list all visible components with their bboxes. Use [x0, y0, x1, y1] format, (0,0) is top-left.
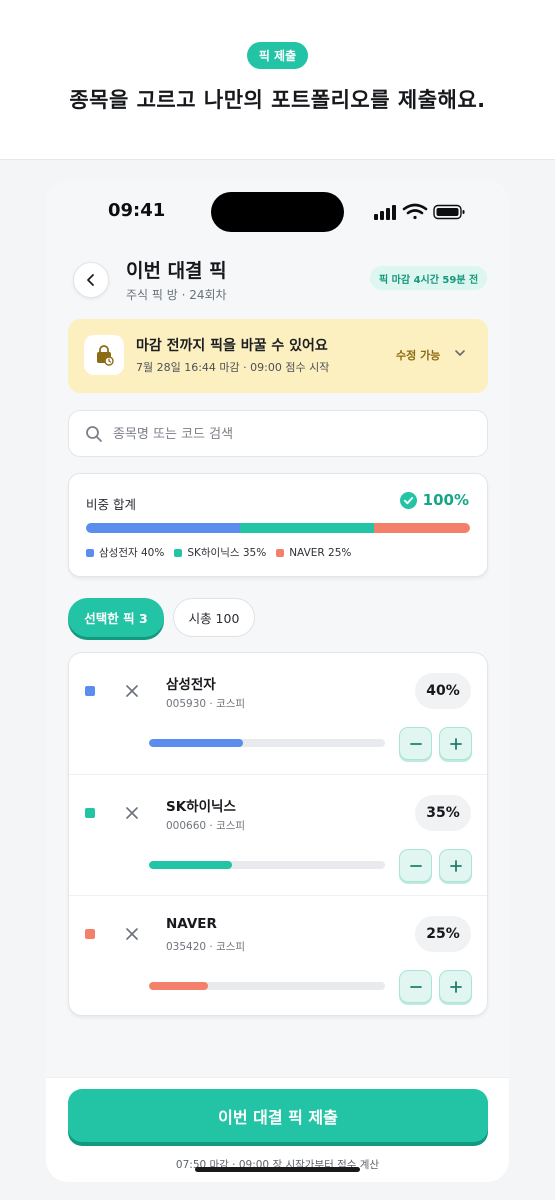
- status-icons: [374, 203, 465, 220]
- pick-color-dot: [85, 929, 95, 939]
- edit-status-label: 수정 가능: [396, 349, 441, 362]
- pick-row: 삼성전자 005930 · 코스피 40%: [69, 653, 487, 774]
- pick-code: 000660 · 코스피: [166, 820, 246, 832]
- market-cap-chip[interactable]: 시총 100: [173, 598, 255, 637]
- pick-weight-track: [149, 861, 385, 869]
- remove-pick-icon[interactable]: [124, 683, 140, 699]
- weight-summary-card: 비중 합계 100% 삼성전자 40% SK하이닉스 35% NAVER 25%: [68, 473, 488, 577]
- pick-weight-track: [149, 739, 385, 747]
- pick-weight-value[interactable]: 35%: [415, 795, 471, 831]
- weight-segment: [239, 523, 374, 533]
- search-icon: [86, 426, 102, 442]
- pick-name: NAVER: [166, 916, 217, 932]
- legend-swatch: [174, 548, 183, 557]
- dynamic-island: [211, 192, 344, 232]
- legend-swatch: [276, 548, 285, 557]
- weight-total: 100%: [399, 491, 469, 509]
- pick-weight-fill: [149, 982, 208, 990]
- plus-icon: [449, 980, 462, 993]
- check-circle-icon: [399, 491, 417, 509]
- pick-code: 005930 · 코스피: [166, 698, 246, 710]
- minus-icon: [409, 864, 422, 867]
- pick-code: 035420 · 코스피: [166, 941, 246, 953]
- weight-allocation-bar: [86, 523, 470, 533]
- status-time: 09:41: [108, 200, 166, 221]
- pick-color-dot: [85, 686, 95, 696]
- legend-label: 삼성전자 40%: [99, 547, 165, 559]
- chevron-down-icon[interactable]: [453, 346, 467, 360]
- weight-segment: [373, 523, 470, 533]
- pick-weight-fill: [149, 739, 244, 747]
- legend-label: SK하이닉스 35%: [187, 547, 267, 559]
- step-badge: 픽 제출: [247, 42, 308, 69]
- legend-label: NAVER 25%: [289, 546, 352, 559]
- battery-icon: [433, 204, 465, 220]
- weight-segment: [86, 523, 240, 533]
- increase-weight-button[interactable]: [439, 849, 472, 882]
- remove-pick-icon[interactable]: [124, 926, 140, 942]
- pick-name: SK하이닉스: [166, 799, 236, 815]
- pick-weight-fill: [149, 861, 232, 869]
- wifi-icon: [402, 203, 428, 220]
- lock-bag-icon: [84, 335, 124, 375]
- pick-row: SK하이닉스 000660 · 코스피 35%: [69, 774, 487, 895]
- chevron-left-icon: [87, 274, 94, 286]
- decrease-weight-button[interactable]: [399, 970, 432, 1003]
- pick-weight-track: [149, 982, 385, 990]
- home-indicator: [195, 1167, 360, 1172]
- remove-pick-icon[interactable]: [124, 805, 140, 821]
- edit-notice[interactable]: 마감 전까지 픽을 바꿀 수 있어요 7월 28일 16:44 마감 · 09:…: [68, 319, 488, 393]
- picks-list: 삼성전자 005930 · 코스피 40% SK하이닉스 000660 · 코스피 35%…: [68, 652, 488, 1016]
- weight-total-value: 100%: [422, 491, 469, 509]
- page-title: 이번 대결 픽: [126, 260, 227, 282]
- minus-icon: [409, 742, 422, 745]
- increase-weight-button[interactable]: [439, 727, 472, 760]
- signal-icon: [374, 205, 396, 220]
- decrease-weight-button[interactable]: [399, 727, 432, 760]
- pick-weight-value[interactable]: 25%: [415, 916, 471, 952]
- deadline-badge: 픽 마감 4시간 59분 전: [370, 266, 488, 290]
- back-button[interactable]: [73, 262, 109, 298]
- search-input[interactable]: [113, 420, 473, 448]
- legend-item: NAVER 25%: [276, 545, 351, 560]
- intro-headline: 종목을 고르고 나만의 포트폴리오를 제출해요.: [69, 88, 486, 112]
- legend-item: 삼성전자 40%: [86, 545, 164, 560]
- legend-item: SK하이닉스 35%: [174, 545, 266, 560]
- submit-picks-button[interactable]: 이번 대결 픽 제출: [68, 1089, 488, 1142]
- pick-row: NAVER 035420 · 코스피 25%: [69, 895, 487, 1016]
- pick-name: 삼성전자: [166, 677, 216, 693]
- plus-icon: [449, 737, 462, 750]
- increase-weight-button[interactable]: [439, 970, 472, 1003]
- pick-color-dot: [85, 808, 95, 818]
- page-subtitle: 주식 픽 방 · 24회차: [126, 288, 227, 302]
- weight-legend: 삼성전자 40% SK하이닉스 35% NAVER 25%: [86, 545, 351, 560]
- legend-swatch: [86, 548, 94, 557]
- plus-icon: [449, 859, 462, 872]
- minus-icon: [409, 985, 422, 988]
- weight-summary-label: 비중 합계: [86, 497, 136, 512]
- selected-picks-chip[interactable]: 선택한 픽 3: [68, 598, 164, 637]
- search-box[interactable]: [68, 410, 488, 457]
- notice-subtitle: 7월 28일 16:44 마감 · 09:00 점수 시작: [136, 361, 330, 374]
- decrease-weight-button[interactable]: [399, 849, 432, 882]
- intro-banner: 픽 제출 종목을 고르고 나만의 포트폴리오를 제출해요.: [0, 0, 555, 160]
- pick-weight-value[interactable]: 40%: [415, 673, 471, 709]
- notice-title: 마감 전까지 픽을 바꿀 수 있어요: [136, 338, 328, 354]
